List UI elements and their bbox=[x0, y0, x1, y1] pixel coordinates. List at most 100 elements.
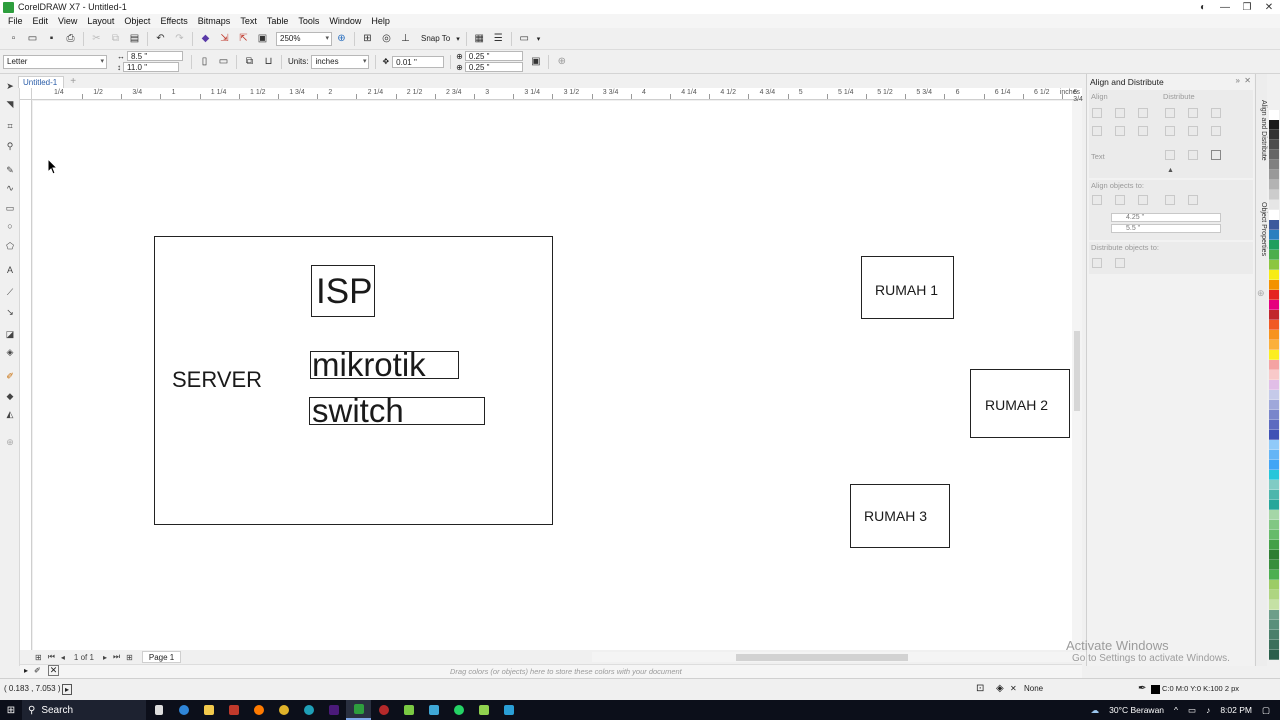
tab-object-properties[interactable]: Object Properties bbox=[1257, 202, 1267, 256]
units-select[interactable]: inches ▾ bbox=[311, 54, 370, 69]
show-guidelines-icon[interactable]: ⊥ bbox=[399, 32, 413, 46]
color-swatch[interactable] bbox=[1269, 110, 1279, 120]
distribute-page-icon[interactable] bbox=[1115, 258, 1125, 268]
menu-tools[interactable]: Tools bbox=[293, 16, 324, 26]
eyedropper-icon[interactable]: ✐ bbox=[4, 370, 16, 382]
whatsapp-icon[interactable] bbox=[446, 700, 471, 720]
transparency-tool-icon[interactable]: ◈ bbox=[4, 346, 16, 358]
ruler-origin[interactable] bbox=[20, 88, 32, 100]
specified-point-icon[interactable] bbox=[1188, 195, 1198, 205]
task-view-icon[interactable] bbox=[146, 700, 171, 720]
color-swatch[interactable] bbox=[1269, 360, 1279, 370]
page-options-icon[interactable]: ⊞ bbox=[35, 653, 42, 662]
color-swatch[interactable] bbox=[1269, 280, 1279, 290]
color-swatch[interactable] bbox=[1269, 250, 1279, 260]
zoom-tool-icon[interactable]: ⚲ bbox=[4, 140, 16, 152]
menu-help[interactable]: Help bbox=[366, 16, 395, 26]
page-tab-1[interactable]: Page 1 bbox=[141, 651, 182, 663]
copy-icon[interactable]: ⧉ bbox=[109, 32, 123, 46]
app-red-icon[interactable] bbox=[221, 700, 246, 720]
color-swatch[interactable] bbox=[1269, 650, 1279, 660]
page-height-input[interactable]: 11.0 " bbox=[123, 62, 179, 72]
grid-icon[interactable] bbox=[1165, 195, 1175, 205]
page-width-input[interactable]: 8.5 " bbox=[127, 51, 183, 61]
edge-browser-icon[interactable] bbox=[171, 700, 196, 720]
color-swatch[interactable] bbox=[1269, 540, 1279, 550]
docker-close-icon[interactable]: » bbox=[1236, 76, 1240, 85]
show-rulers-icon[interactable]: ⊞ bbox=[361, 32, 375, 46]
color-swatch[interactable] bbox=[1269, 270, 1279, 280]
rectangle-tool-icon[interactable]: ▭ bbox=[4, 202, 16, 214]
color-swatch[interactable] bbox=[1269, 190, 1279, 200]
page-center-icon[interactable] bbox=[1138, 195, 1148, 205]
align-center-v-icon[interactable] bbox=[1115, 126, 1125, 136]
application-launcher-icon[interactable]: ☰ bbox=[491, 32, 505, 46]
current-page-icon[interactable]: ⊔ bbox=[262, 55, 276, 69]
vertical-scroll-thumb[interactable] bbox=[1074, 331, 1080, 411]
monitor-icon[interactable]: ▭ bbox=[517, 32, 531, 46]
tab-align-distribute[interactable]: Align and Distribute bbox=[1257, 100, 1267, 161]
text-bbox-icon[interactable] bbox=[1188, 150, 1198, 160]
firefox-icon[interactable] bbox=[246, 700, 271, 720]
palette-arrow-icon[interactable]: ▸ bbox=[24, 666, 28, 675]
rumah1-label[interactable]: RUMAH 1 bbox=[875, 282, 938, 298]
color-swatch[interactable] bbox=[1269, 510, 1279, 520]
color-swatch[interactable] bbox=[1269, 240, 1279, 250]
landscape-icon[interactable]: ▭ bbox=[217, 55, 231, 69]
freehand-tool-icon[interactable]: ✎ bbox=[4, 164, 16, 176]
color-swatch[interactable] bbox=[1269, 310, 1279, 320]
clock-time[interactable]: 8:02 PM bbox=[1220, 705, 1252, 715]
color-swatch[interactable] bbox=[1269, 230, 1279, 240]
show-grid-icon[interactable]: ◎ bbox=[380, 32, 394, 46]
app-puzzle-icon[interactable] bbox=[421, 700, 446, 720]
color-swatch[interactable] bbox=[1269, 180, 1279, 190]
dimension-tool-icon[interactable]: ↘ bbox=[4, 306, 16, 318]
chrome-icon[interactable] bbox=[271, 700, 296, 720]
color-swatch[interactable] bbox=[1269, 620, 1279, 630]
align-left-icon[interactable] bbox=[1092, 108, 1102, 118]
document-tab-untitled[interactable]: Untitled-1 bbox=[18, 76, 65, 88]
color-swatch[interactable] bbox=[1269, 490, 1279, 500]
color-swatch[interactable] bbox=[1269, 340, 1279, 350]
user-icon[interactable]: ◐ bbox=[1192, 0, 1214, 14]
x-position-input[interactable]: 4.25 " bbox=[1111, 213, 1221, 222]
color-swatch[interactable] bbox=[1269, 600, 1279, 610]
fill-swatch-icon[interactable]: ⊡ bbox=[976, 683, 984, 694]
menu-window[interactable]: Window bbox=[324, 16, 366, 26]
color-swatch[interactable] bbox=[1269, 480, 1279, 490]
text-frame-icon[interactable] bbox=[1211, 150, 1221, 160]
horizontal-scroll-thumb[interactable] bbox=[736, 654, 908, 661]
text-baseline-icon[interactable] bbox=[1165, 150, 1175, 160]
distribute-middle-icon[interactable] bbox=[1188, 126, 1198, 136]
color-swatch[interactable] bbox=[1269, 380, 1279, 390]
color-swatch[interactable] bbox=[1269, 640, 1279, 650]
color-swatch[interactable] bbox=[1269, 370, 1279, 380]
color-swatch[interactable] bbox=[1269, 570, 1279, 580]
color-swatch[interactable] bbox=[1269, 550, 1279, 560]
taskbar-search[interactable]: ⚲ Search bbox=[22, 700, 146, 720]
paste-icon[interactable]: ▤ bbox=[128, 32, 142, 46]
color-swatch[interactable] bbox=[1269, 470, 1279, 480]
play-icon[interactable]: ▸ bbox=[62, 684, 73, 695]
color-swatch[interactable] bbox=[1269, 130, 1279, 140]
distribute-left-icon[interactable] bbox=[1165, 108, 1175, 118]
color-swatch[interactable] bbox=[1269, 210, 1279, 220]
color-swatch[interactable] bbox=[1269, 560, 1279, 570]
vertical-scrollbar[interactable] bbox=[1072, 101, 1082, 650]
color-swatch[interactable] bbox=[1269, 520, 1279, 530]
save-icon[interactable]: ▪ bbox=[45, 32, 59, 46]
file-explorer-icon[interactable] bbox=[196, 700, 221, 720]
fill-bucket-icon[interactable]: ◈ bbox=[996, 683, 1004, 694]
active-objects-icon[interactable] bbox=[1092, 195, 1102, 205]
y-position-input[interactable]: 5.5 " bbox=[1111, 224, 1221, 233]
color-swatch[interactable] bbox=[1269, 290, 1279, 300]
chevron-up-icon[interactable]: ^ bbox=[1174, 705, 1178, 715]
color-swatch[interactable] bbox=[1269, 430, 1279, 440]
prev-page-icon[interactable]: ◂ bbox=[61, 653, 65, 662]
pen-icon[interactable]: ✒ bbox=[1138, 683, 1146, 694]
align-center-h-icon[interactable] bbox=[1115, 108, 1125, 118]
rumah3-label[interactable]: RUMAH 3 bbox=[864, 508, 927, 524]
menu-layout[interactable]: Layout bbox=[82, 16, 119, 26]
new-document-icon[interactable]: ▫ bbox=[7, 32, 21, 46]
color-swatch[interactable] bbox=[1269, 390, 1279, 400]
